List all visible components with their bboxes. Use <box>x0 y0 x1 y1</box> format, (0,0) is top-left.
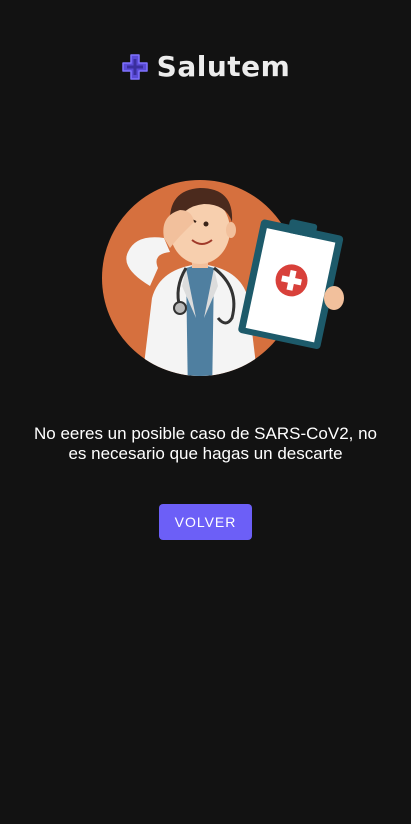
result-screen: Salutem No eeres un posible caso de SARS… <box>0 0 411 824</box>
doctor-illustration <box>102 180 344 376</box>
app-logo: Salutem <box>0 50 411 84</box>
result-message: No eeres un posible caso de SARS-CoV2, n… <box>33 424 378 463</box>
app-name: Salutem <box>156 50 291 83</box>
medical-cross-icon <box>121 54 148 80</box>
back-button[interactable]: VOLVER <box>159 504 252 540</box>
